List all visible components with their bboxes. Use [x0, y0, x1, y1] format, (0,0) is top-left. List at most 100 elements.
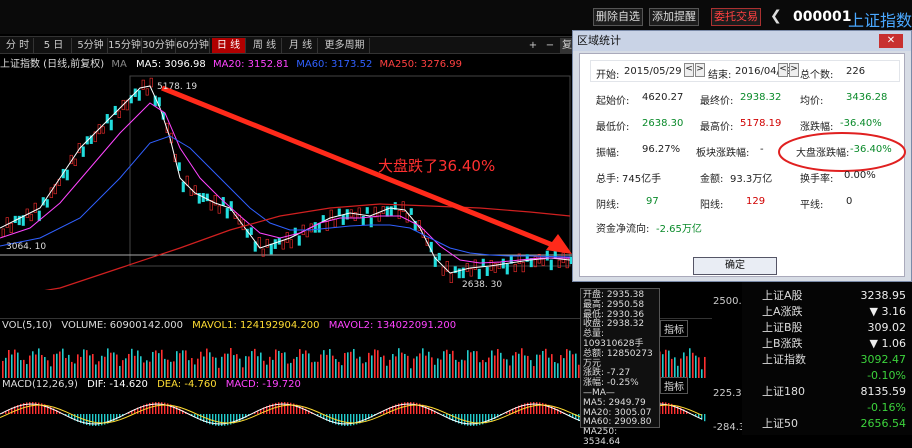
ok-button[interactable]: 确定	[693, 257, 777, 275]
volume-bar	[395, 356, 397, 378]
volume-bar	[464, 360, 466, 378]
volume-bar	[17, 353, 19, 378]
tab-more-periods[interactable]: 更多周期	[320, 38, 370, 53]
candle	[398, 210, 401, 218]
tab-60min[interactable]: 60分钟	[176, 38, 210, 53]
tab-timeshare[interactable]: 分 时	[2, 38, 34, 53]
index-row[interactable]: 上A涨跌▼ 3.16	[742, 304, 912, 320]
tab-30min[interactable]: 30分钟	[142, 38, 176, 53]
close-label: 最终价:	[700, 92, 733, 107]
index-row[interactable]: 上证1808135.59	[742, 384, 912, 400]
flat-label: 平线:	[800, 196, 823, 211]
index-row[interactable]: -0.10%	[742, 368, 912, 384]
volume-bar	[170, 362, 172, 378]
zoom-out-button[interactable]: −	[543, 38, 557, 53]
tab-weekly[interactable]: 周 线	[248, 38, 282, 53]
volume-bar	[341, 365, 343, 378]
volume-bar	[14, 350, 16, 378]
volume-bar	[278, 351, 280, 378]
down-label: 阴线:	[596, 196, 619, 211]
volume-bar	[176, 351, 178, 378]
candle	[74, 159, 77, 166]
candle	[10, 223, 13, 232]
start-next-button[interactable]: >	[695, 63, 705, 77]
volume-bar	[566, 349, 568, 378]
high-label: 最高价:	[700, 118, 733, 133]
macd-value: MACD: -19.720	[226, 379, 301, 390]
candle	[66, 170, 69, 180]
macd-bar	[704, 414, 705, 421]
volume-bar	[311, 362, 313, 378]
up-label: 阳线:	[700, 196, 723, 211]
index-row[interactable]: -0.16%	[742, 400, 912, 416]
tab-daily[interactable]: 日 线	[212, 38, 246, 53]
remove-watchlist-button[interactable]: 删除自选	[593, 8, 643, 26]
volume-bar	[161, 350, 163, 378]
index-row[interactable]: 上B涨跌▼ 1.06	[742, 336, 912, 352]
index-value: ▼ 3.16	[870, 304, 906, 320]
start-date: 2015/05/29	[624, 66, 682, 77]
candle	[466, 263, 469, 271]
volume-bar	[362, 363, 364, 378]
close-icon[interactable]: ✕	[879, 34, 903, 48]
volume-bar	[353, 349, 355, 378]
trade-button[interactable]: 委托交易	[711, 8, 761, 26]
volume-bar	[446, 350, 448, 378]
index-label: 上证B股	[762, 320, 803, 336]
back-arrow-icon[interactable]: ❮	[770, 8, 782, 24]
volume-bar	[377, 350, 379, 378]
volume-bar	[110, 353, 112, 378]
candle	[514, 264, 517, 271]
volume-bar	[494, 355, 496, 378]
volume-bar	[365, 362, 367, 378]
volume-bar	[74, 363, 76, 378]
candle-info-box: 开盘: 2935.38最高: 2950.58最低: 2930.36收盘: 293…	[580, 288, 660, 428]
volume-bar	[242, 367, 244, 378]
add-alert-button[interactable]: 添加提醒	[649, 8, 699, 26]
volume-bar	[461, 360, 463, 378]
volume-bar	[680, 359, 682, 378]
start-prev-button[interactable]: <	[684, 63, 694, 77]
volume-bar	[497, 349, 499, 378]
candle	[118, 111, 121, 118]
ma5-line	[0, 86, 570, 273]
macd-legend: MACD(12,26,9) DIF: -14.620 DEA: -4.760 M…	[2, 379, 301, 390]
tab-5day[interactable]: 5 日	[36, 38, 72, 53]
vol-label: VOL(5,10)	[2, 320, 52, 331]
volume-bar	[239, 359, 241, 378]
index-row[interactable]: 上证502656.54	[742, 416, 912, 432]
volume-bar	[470, 352, 472, 378]
volume-bar	[515, 352, 517, 378]
index-label: 上证50	[762, 416, 798, 432]
volume-bar	[221, 357, 223, 378]
index-label: 上证指数	[762, 352, 806, 368]
volume-bar	[89, 355, 91, 378]
volume-bar	[236, 354, 238, 378]
volume-bar	[662, 354, 664, 378]
end-next-button[interactable]: >	[789, 63, 799, 77]
volume-bar	[509, 365, 511, 378]
candle	[2, 229, 5, 237]
index-row[interactable]: 上证A股3238.95	[742, 288, 912, 304]
tab-15min[interactable]: 15分钟	[108, 38, 142, 53]
index-row[interactable]: 上证B股309.02	[742, 320, 912, 336]
volume-bar	[302, 354, 304, 378]
volume-bar	[50, 366, 52, 378]
index-row[interactable]: 上证指数3092.47	[742, 352, 912, 368]
count-label: 总个数:	[800, 66, 833, 81]
end-prev-button[interactable]: <	[778, 63, 788, 77]
kline-chart[interactable]	[0, 68, 575, 290]
tab-5min[interactable]: 5分钟	[74, 38, 108, 53]
high-annotation: 5178. 19	[157, 82, 197, 92]
volume-bar	[44, 357, 46, 378]
index-value: -0.10%	[867, 368, 906, 384]
zoom-in-button[interactable]: +	[526, 38, 540, 53]
volume-bar	[689, 348, 691, 378]
tab-monthly[interactable]: 月 线	[284, 38, 318, 53]
candle	[314, 222, 317, 232]
volume-bar	[326, 355, 328, 378]
low-label: 最低价:	[596, 118, 629, 133]
volume-bar	[488, 358, 490, 378]
candle	[338, 209, 341, 216]
volume-bar	[260, 353, 262, 378]
